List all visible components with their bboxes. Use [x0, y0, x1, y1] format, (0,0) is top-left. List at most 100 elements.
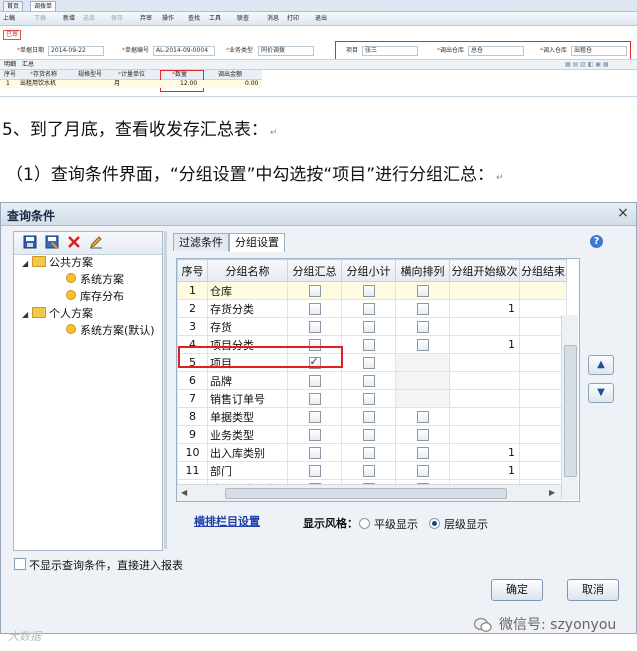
table-row[interactable]: 8 单据类型 — [177, 407, 567, 426]
group-subtotal-checkbox[interactable] — [362, 321, 375, 333]
toolbar-save[interactable]: 保存 — [111, 14, 123, 23]
group-subtotal-checkbox[interactable] — [362, 429, 375, 441]
horizontal-checkbox[interactable] — [416, 465, 429, 477]
group-subtotal-checkbox[interactable] — [362, 303, 375, 315]
tree-public-item-2[interactable]: 库存分布 — [66, 290, 124, 304]
table-row[interactable]: 6 品牌 — [177, 371, 567, 390]
tab-home[interactable]: 首页 — [3, 1, 24, 11]
group-sum-checkbox[interactable] — [308, 447, 321, 459]
ok-button[interactable]: 确定 — [491, 579, 543, 601]
group-sum-checkbox[interactable] — [308, 429, 321, 441]
group-subtotal-cell — [341, 299, 396, 318]
tab-filter-conditions[interactable]: 过滤条件 — [173, 233, 229, 251]
table-row[interactable]: 10 出入库类别 1 — [177, 443, 567, 462]
group-subtotal-checkbox[interactable] — [362, 393, 375, 405]
tree-public-folder[interactable]: ◢ 公共方案 — [22, 256, 93, 271]
tree-personal-folder[interactable]: ◢ 个人方案 — [22, 307, 93, 322]
toolbar-new[interactable]: 新增 — [63, 14, 75, 23]
subtab-detail[interactable]: 明细 — [4, 60, 16, 69]
tree-personal-item-1[interactable]: 系统方案(默认) — [66, 324, 155, 338]
group-sum-checkbox[interactable] — [308, 285, 321, 297]
save-as-icon[interactable] — [45, 235, 59, 249]
out-warehouse-field[interactable]: 总仓 — [468, 46, 524, 56]
code-field[interactable]: AL-2014-09-0004 — [153, 46, 215, 56]
toolbar-operate[interactable]: 操作 — [162, 14, 174, 23]
horizontal-checkbox[interactable] — [416, 429, 429, 441]
horizontal-cell — [395, 371, 450, 390]
table-row[interactable]: 9 业务类型 — [177, 425, 567, 444]
horizontal-checkbox[interactable] — [416, 339, 429, 351]
group-subtotal-checkbox[interactable] — [362, 447, 375, 459]
scroll-right-icon[interactable]: ▶ — [549, 488, 555, 497]
vertical-scrollbar[interactable] — [561, 315, 578, 500]
toolbar-select[interactable]: 选单 — [83, 14, 95, 23]
style-flat-radio[interactable] — [359, 518, 370, 529]
query-conditions-dialog: 查询条件 × ◢ 公共方案 系统方案 库存分布 ◢ 个人方案 系统方案(默认) 过滤… — [0, 202, 637, 634]
display-style-label: 显示风格： — [303, 517, 358, 530]
scrollbar-thumb[interactable] — [564, 345, 577, 477]
group-sum-checkbox[interactable] — [308, 321, 321, 333]
group-subtotal-checkbox[interactable] — [362, 375, 375, 387]
help-icon[interactable]: ? — [590, 235, 603, 248]
horizontal-checkbox[interactable] — [416, 285, 429, 297]
horizontal-columns-link[interactable]: 横排栏目设置 — [194, 513, 260, 529]
horizontal-checkbox[interactable] — [416, 321, 429, 333]
group-subtotal-checkbox[interactable] — [362, 339, 375, 351]
horizontal-checkbox[interactable] — [416, 447, 429, 459]
group-sum-checkbox[interactable] — [308, 303, 321, 315]
group-subtotal-checkbox[interactable] — [362, 285, 375, 297]
style-level-radio[interactable] — [429, 518, 440, 529]
tab-group-settings[interactable]: 分组设置 — [229, 233, 285, 252]
toolbar-tools[interactable]: 工具 — [209, 14, 221, 23]
toolbar-find[interactable]: 查找 — [188, 14, 200, 23]
toolbar-unapprove[interactable]: 弃审 — [140, 14, 152, 23]
move-down-button[interactable]: ▼ — [588, 383, 614, 403]
table-row[interactable]: 2 存货分类 1 — [177, 299, 567, 318]
toolbar-print[interactable]: 打印 — [287, 14, 299, 23]
group-sum-checkbox[interactable] — [308, 393, 321, 405]
table-row[interactable]: 11 部门 1 — [177, 461, 567, 480]
group-subtotal-cell — [341, 443, 396, 462]
table-row[interactable]: 7 销售订单号 — [177, 389, 567, 408]
move-up-button[interactable]: ▲ — [588, 355, 614, 375]
scroll-left-icon[interactable]: ◀ — [181, 488, 187, 497]
group-sum-checkbox[interactable] — [308, 375, 321, 387]
project-field[interactable]: 张三 — [362, 46, 418, 56]
toolbar-query[interactable]: 联查 — [237, 14, 249, 23]
group-name: 部门 — [207, 461, 288, 480]
subtab-summary[interactable]: 汇总 — [22, 60, 34, 69]
grid-tools-icons[interactable]: ▦ ▤ ▥ ◧ ▣ ▦ — [565, 60, 609, 69]
group-subtotal-cell — [341, 425, 396, 444]
group-name: 仓库 — [207, 281, 288, 300]
group-sum-checkbox[interactable] — [308, 411, 321, 423]
toolbar-exit[interactable]: 退出 — [315, 14, 327, 23]
app-toolbar: 上稿 下稿 新增 选单 保存 弃审 操作 查找 工具 联查 消息 打印 退出 — [0, 12, 637, 26]
scrollbar-thumb[interactable] — [225, 488, 507, 499]
date-field[interactable]: 2014-09-22 — [48, 46, 104, 56]
toolbar-message[interactable]: 消息 — [267, 14, 279, 23]
toolbar-prev[interactable]: 上稿 — [3, 14, 15, 23]
table-row[interactable]: 3 存货 — [177, 317, 567, 336]
in-warehouse-field[interactable]: 出租仓 — [571, 46, 627, 56]
pane-splitter[interactable] — [164, 231, 167, 549]
horizontal-checkbox[interactable] — [416, 411, 429, 423]
table-row[interactable]: 1 仓库 — [177, 281, 567, 300]
cancel-button[interactable]: 取消 — [567, 579, 619, 601]
toolbar-next[interactable]: 下稿 — [34, 14, 46, 23]
group-subtotal-cell — [341, 317, 396, 336]
biztype-select[interactable]: 同价调拨 — [258, 46, 314, 56]
close-icon[interactable]: × — [615, 205, 631, 221]
group-sum-checkbox[interactable] — [308, 465, 321, 477]
skip-conditions-checkbox[interactable] — [14, 558, 26, 570]
table-row[interactable]: 1 出租用饮水机 月 12.00 0.00 — [0, 80, 262, 88]
edit-icon[interactable] — [89, 235, 103, 249]
group-subtotal-checkbox[interactable] — [362, 465, 375, 477]
save-icon[interactable] — [23, 235, 37, 249]
tab-transfer-order[interactable]: 调拨单 — [30, 1, 57, 11]
tree-public-item-1[interactable]: 系统方案 — [66, 273, 124, 287]
group-subtotal-checkbox[interactable] — [362, 411, 375, 423]
horizontal-checkbox[interactable] — [416, 303, 429, 315]
horizontal-scrollbar[interactable]: ◀ ▶ — [177, 484, 561, 501]
delete-icon[interactable] — [67, 235, 81, 249]
group-subtotal-checkbox[interactable] — [362, 357, 375, 369]
